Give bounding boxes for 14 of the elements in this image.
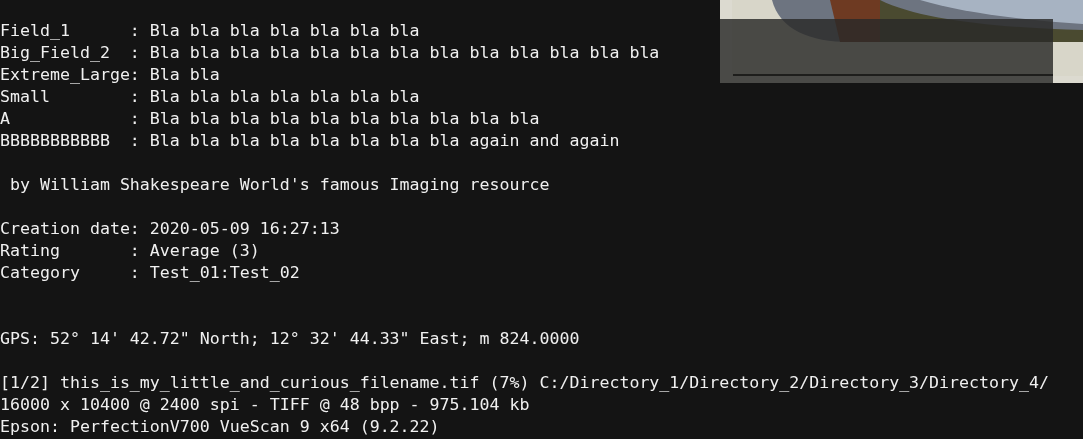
text-line: Big_Field_2 : Bla bla bla bla bla bla bla bla bla bla bla bla bla — [0, 42, 661, 64]
text-line: Rating : Average (3) — [0, 240, 261, 262]
text-line: [1/2] this_is_my_little_and_curious_filename.tif (7%) C:/Directory_1/Directory_2/Directory_3/Directory_4/ — [0, 372, 1050, 394]
text-line: 16000 x 10400 @ 2400 spi - TIFF @ 48 bpp - 975.104 kb — [0, 394, 531, 416]
text-line: Creation date: 2020-05-09 16:27:13 — [0, 218, 341, 240]
text-line: BBBBBBBBBBB : Bla bla bla bla bla bla bla bla again and again — [0, 130, 621, 152]
text-line: Small : Bla bla bla bla bla bla bla — [0, 86, 421, 108]
text-line: Category : Test_01:Test_02 — [0, 262, 301, 284]
text-line: Field_1 : Bla bla bla bla bla bla bla — [0, 20, 421, 42]
text-line: A : Bla bla bla bla bla bla bla bla bla bla — [0, 108, 541, 130]
text-line: Extreme_Large: Bla bla — [0, 64, 221, 86]
text-line: by William Shakespeare World's famous Imaging resource — [9, 174, 551, 196]
text-line: Epson: PerfectionV700 VueScan 9 x64 (9.2.22) — [0, 416, 441, 438]
text-line: GPS: 52° 14' 42.72" North; 12° 32' 44.33" East; m 824.0000 — [0, 328, 581, 350]
